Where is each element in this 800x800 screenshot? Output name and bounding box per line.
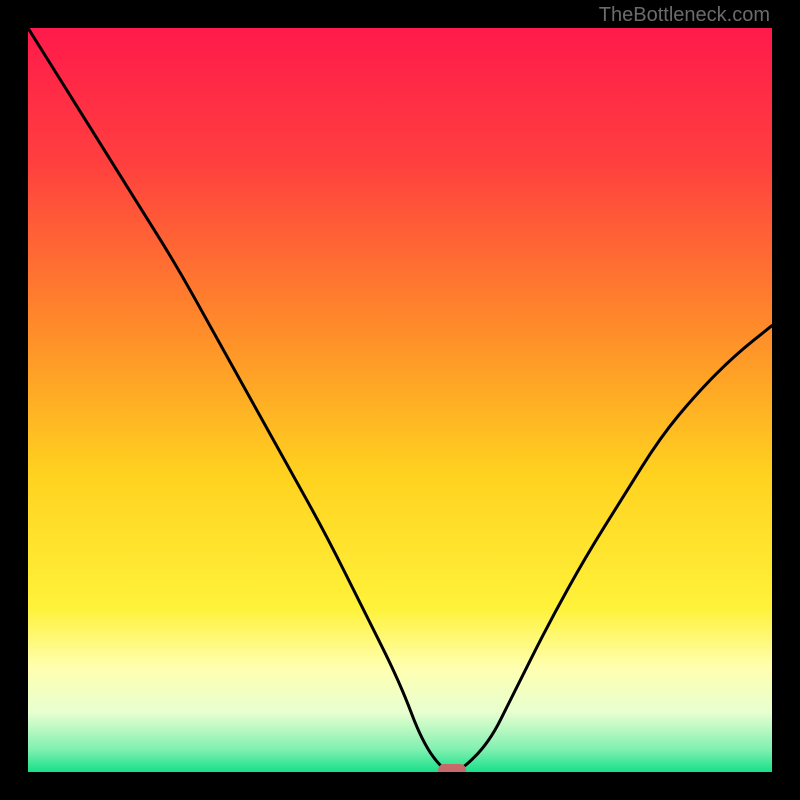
gradient-background bbox=[28, 28, 772, 772]
attribution-text: TheBottleneck.com bbox=[599, 4, 770, 27]
plot-area bbox=[28, 28, 772, 772]
chart-frame: TheBottleneck.com bbox=[0, 0, 800, 800]
bottleneck-chart bbox=[28, 28, 772, 772]
optimal-marker bbox=[438, 764, 466, 772]
